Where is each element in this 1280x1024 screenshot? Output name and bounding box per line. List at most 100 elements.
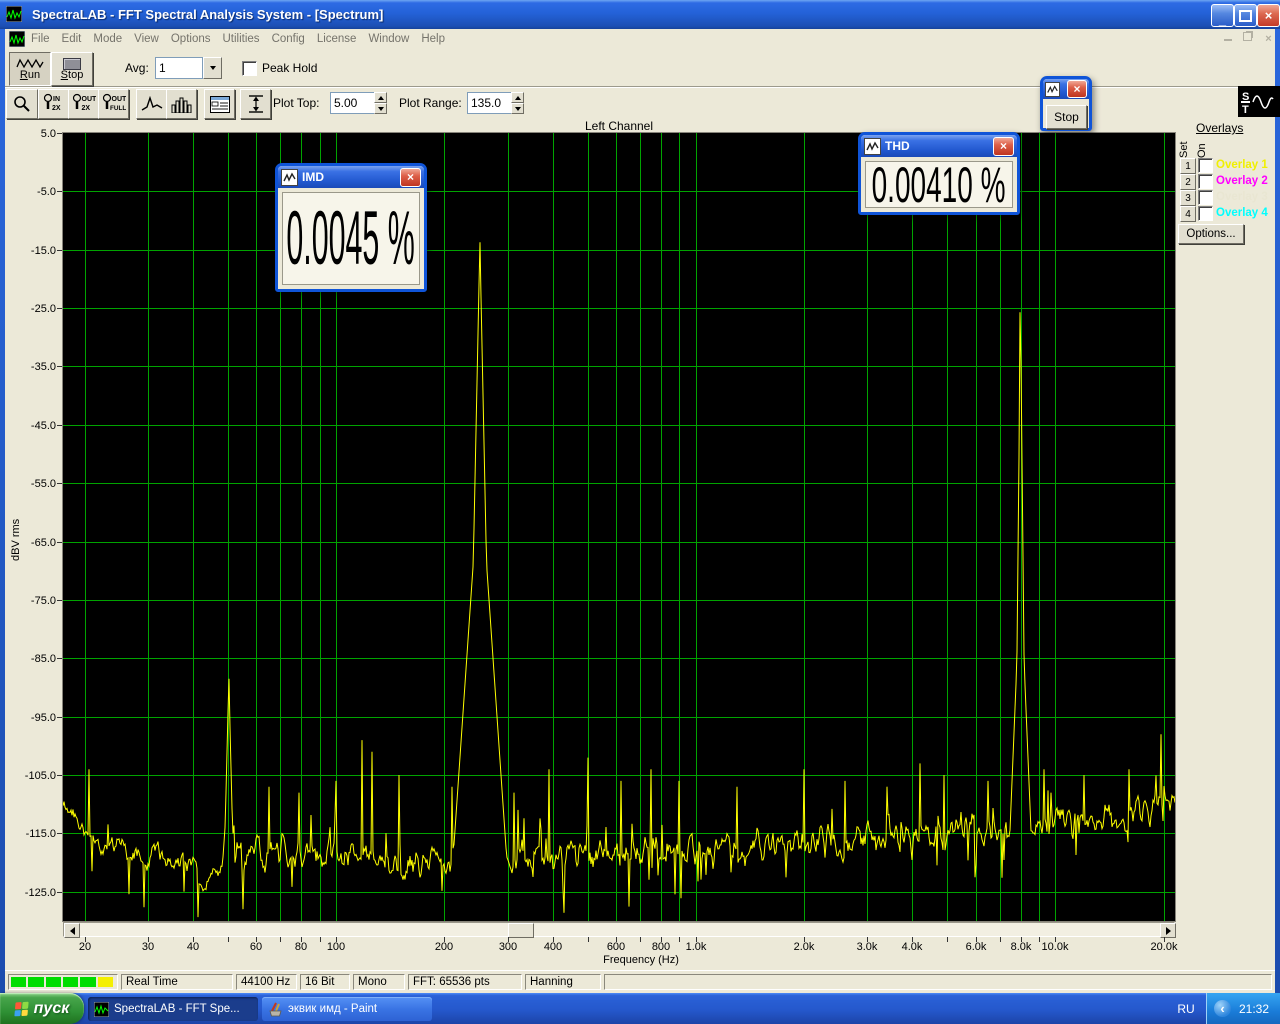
zoom-button[interactable] [6, 89, 38, 119]
avg-dropdown-icon[interactable] [203, 57, 222, 79]
imd-value-panel: 0.0045 % [282, 192, 420, 285]
zoom-out-2x-icon: OUT 2X [72, 93, 96, 112]
line-plot-mode-button[interactable] [136, 89, 167, 119]
start-button[interactable]: пуск [0, 993, 84, 1024]
overlay-3-checkbox[interactable] [1198, 190, 1213, 205]
plot-top-spinner[interactable] [374, 92, 387, 114]
maximize-button[interactable] [1234, 4, 1257, 27]
plot-top-spin-down-icon[interactable] [374, 103, 387, 114]
stop-window-titlebar[interactable]: × [1043, 79, 1089, 99]
paint-task-icon [269, 1002, 282, 1016]
mdi-close-icon[interactable]: × [1261, 34, 1276, 46]
plot-range-spin-up-icon[interactable] [511, 92, 524, 103]
spectrum-plot[interactable] [62, 132, 1176, 922]
bar-plot-mode-button[interactable] [166, 89, 197, 119]
y-tickmark [57, 425, 62, 426]
overlays-options-button[interactable]: Options... [1178, 224, 1244, 244]
peak-hold-checkbox[interactable] [242, 61, 257, 76]
imd-close-icon[interactable]: × [400, 167, 421, 187]
generator-icon[interactable]: S T [1238, 86, 1280, 117]
scrollbar-thumb[interactable] [508, 923, 534, 938]
plot-range-spinner[interactable] [511, 92, 524, 114]
vertical-range-icon [248, 95, 263, 113]
overlay-1-checkbox[interactable] [1198, 158, 1213, 173]
system-tray: ‹ 21:32 [1206, 993, 1280, 1024]
input-level-meter [8, 974, 118, 990]
tray-chevron-icon[interactable]: ‹ [1214, 1000, 1231, 1017]
plot-range-spin-down-icon[interactable] [511, 103, 524, 114]
window-border-right [1275, 29, 1280, 993]
menu-mode[interactable]: Mode [93, 33, 122, 45]
spectrum-curve-icon [141, 96, 162, 111]
y-tick-label: 5.0 [40, 128, 56, 140]
svg-text:2X: 2X [81, 105, 90, 112]
scroll-right-icon[interactable] [1160, 923, 1176, 938]
desktop: SpectraLAB - FFT Spectral Analysis Syste… [0, 0, 1280, 1024]
plot-range-input[interactable]: 135.0 [467, 92, 513, 114]
close-button[interactable]: × [1257, 4, 1280, 27]
language-indicator[interactable]: RU [1170, 993, 1202, 1024]
imd-titlebar[interactable]: IMD × [278, 166, 424, 188]
app-icon [6, 6, 22, 22]
peak-hold-label: Peak Hold [262, 61, 318, 75]
avg-value[interactable]: 1 [155, 57, 203, 79]
overlay-4-checkbox[interactable] [1198, 206, 1213, 221]
overlay-4-set-button[interactable]: 4 [1180, 206, 1196, 222]
imd-window-icon [281, 168, 298, 186]
level-block [62, 977, 79, 987]
y-tickmark [57, 717, 62, 718]
taskbar-item-spectralab[interactable]: SpectraLAB - FFT Spe... [88, 997, 258, 1021]
x-tick-label: 4.0k [901, 941, 923, 953]
svg-text:OUT: OUT [111, 96, 126, 103]
level-block [80, 977, 96, 987]
stop-window-button[interactable]: Stop [1046, 105, 1087, 129]
mdi-minimize-icon[interactable] [1220, 33, 1235, 45]
plot-top-input[interactable]: 5.00 [330, 92, 376, 114]
menu-config[interactable]: Config [272, 33, 305, 45]
window-border-left [0, 29, 5, 993]
overlays-on-label: On [1196, 143, 1208, 158]
menu-file[interactable]: File [31, 33, 50, 45]
overlay-3-set-button[interactable]: 3 [1180, 190, 1196, 206]
minimize-button[interactable]: _ [1211, 4, 1234, 27]
x-tick-label: 60 [249, 941, 263, 953]
thd-titlebar[interactable]: THD × [861, 135, 1017, 157]
mdi-restore-icon[interactable] [1240, 32, 1255, 44]
zoom-in-2x-icon: IN 2X [43, 93, 60, 112]
run-button[interactable]: Run [9, 52, 51, 86]
plot-hscrollbar[interactable] [63, 922, 1176, 938]
menu-license[interactable]: License [317, 33, 357, 45]
menu-view[interactable]: View [134, 33, 159, 45]
window-titlebar[interactable]: SpectraLAB - FFT Spectral Analysis Syste… [0, 0, 1280, 29]
x-tick-label: 400 [543, 941, 563, 953]
zoom-out-2x-button[interactable]: OUT 2X [68, 89, 99, 119]
menu-options[interactable]: Options [171, 33, 211, 45]
overlay-2-set-button[interactable]: 2 [1180, 174, 1196, 190]
y-tick-label: -85.0 [30, 653, 56, 666]
svg-text:FULL: FULL [110, 105, 126, 112]
scroll-left-icon[interactable] [64, 923, 80, 938]
taskbar-clock[interactable]: 21:32 [1239, 1002, 1269, 1016]
overlay-2-checkbox[interactable] [1198, 174, 1213, 189]
zoom-in-2x-button[interactable]: IN 2X [38, 89, 69, 119]
avg-combobox[interactable]: 1 [155, 57, 222, 79]
document-icon [9, 31, 25, 47]
zoom-out-full-button[interactable]: OUT FULL [98, 89, 129, 119]
y-tickmark [57, 366, 62, 367]
menu-help[interactable]: Help [421, 33, 445, 45]
display-options-button[interactable] [204, 89, 235, 119]
menu-window[interactable]: Window [368, 33, 409, 45]
thd-close-icon[interactable]: × [993, 136, 1014, 156]
stop-button[interactable]: Stop [51, 52, 93, 86]
vertical-scale-button[interactable] [240, 89, 271, 119]
taskbar-item-paint[interactable]: эквик имд - Paint [262, 997, 432, 1021]
plot-top-spin-up-icon[interactable] [374, 92, 387, 103]
menu-edit[interactable]: Edit [62, 33, 82, 45]
thd-window: THD × 0.00410 % [858, 132, 1020, 215]
menu-utilities[interactable]: Utilities [223, 33, 260, 45]
y-tick-label: -25.0 [30, 303, 56, 316]
overlay-1-set-button[interactable]: 1 [1180, 158, 1196, 174]
stop-window-close-icon[interactable]: × [1067, 80, 1087, 98]
x-tick-label: 600 [606, 941, 626, 953]
y-tick-label: -115.0 [25, 828, 56, 841]
